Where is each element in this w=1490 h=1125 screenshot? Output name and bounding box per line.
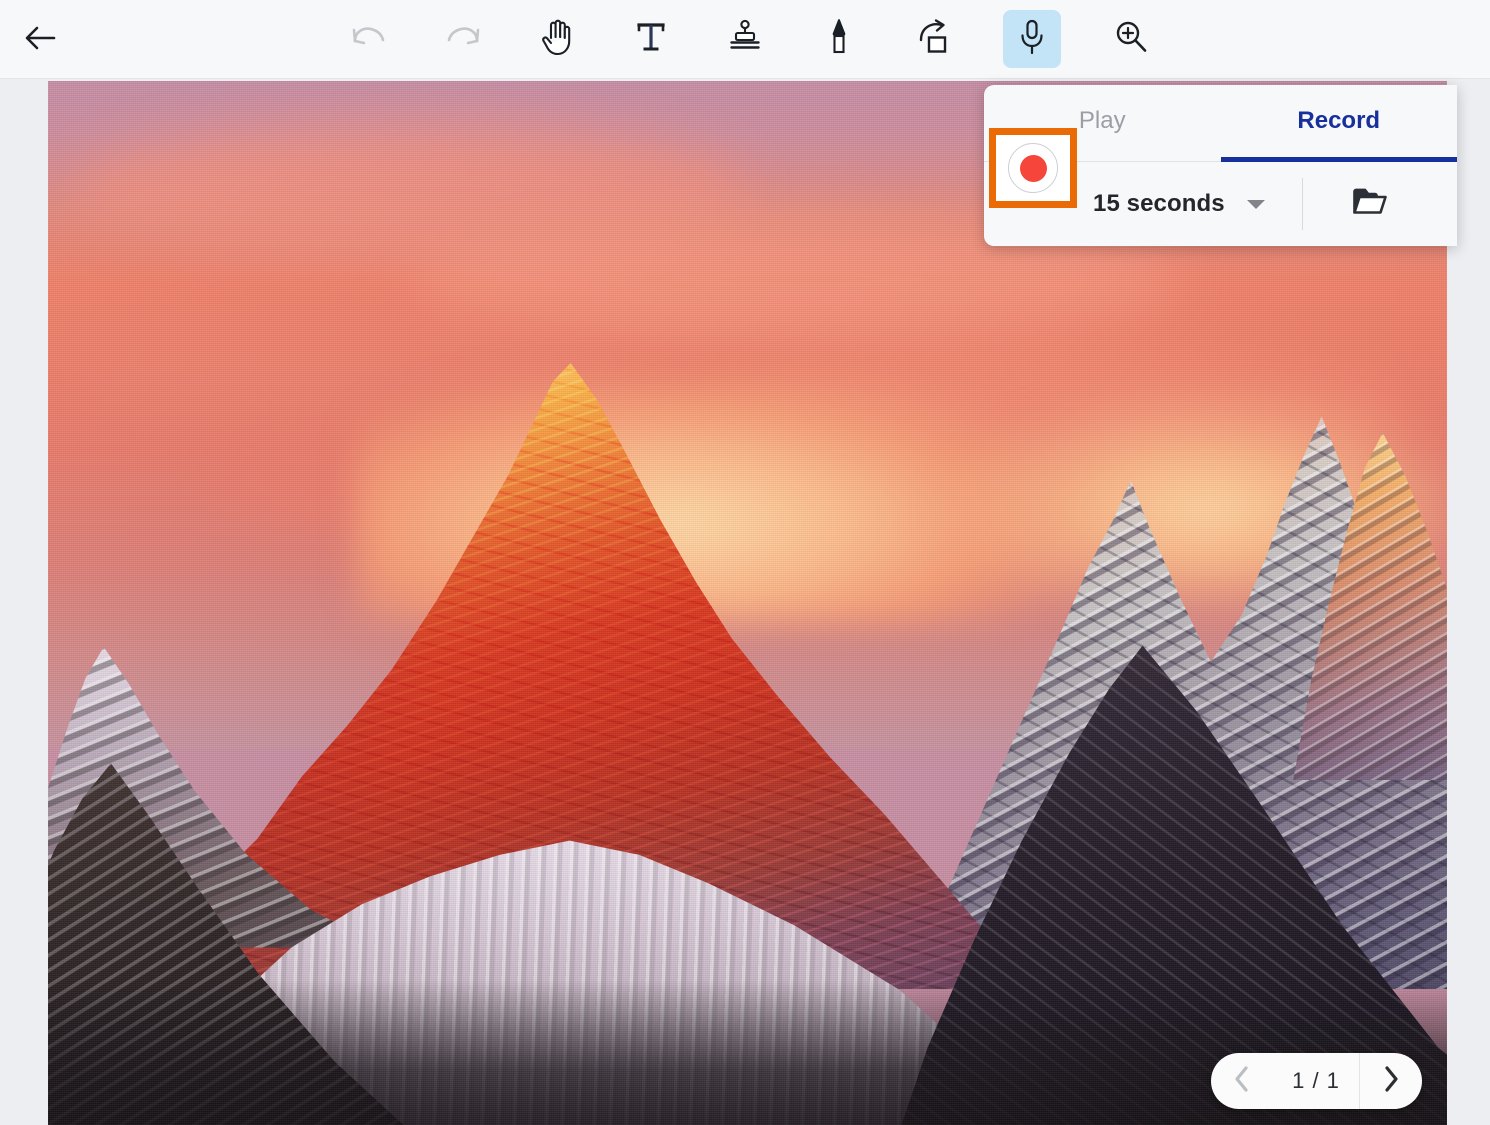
tab-play-label: Play — [1078, 107, 1126, 134]
text-tool-button[interactable] — [627, 9, 675, 69]
top-toolbar — [0, 0, 1490, 79]
page-counter: 1 / 1 — [1273, 1053, 1360, 1109]
zoom-tool-button[interactable] — [1107, 9, 1155, 69]
shape-arrow-icon — [915, 18, 951, 61]
panel-body: 15 seconds — [984, 128, 1457, 246]
audio-record-panel: Play Record 15 seconds — [984, 85, 1457, 246]
shape-tool-button[interactable] — [909, 9, 957, 69]
stamp-icon — [728, 18, 762, 61]
chevron-down-icon — [1246, 199, 1265, 209]
panel-divider — [1302, 178, 1303, 230]
chevron-left-icon — [1231, 1064, 1253, 1099]
duration-dropdown[interactable]: 15 seconds — [1089, 184, 1269, 224]
redo-button[interactable] — [439, 9, 487, 69]
page-navigation: 1 / 1 — [1211, 1053, 1422, 1109]
record-dot-icon — [1019, 154, 1047, 182]
undo-button[interactable] — [345, 9, 393, 69]
highlighter-icon — [825, 18, 853, 61]
record-button[interactable] — [1008, 143, 1058, 193]
app-root: Play Record 15 seconds 1 / 1 — [0, 0, 1490, 1125]
undo-icon — [350, 22, 388, 57]
tab-record[interactable]: Record — [1220, 85, 1458, 162]
folder-icon — [1351, 186, 1389, 223]
zoom-in-icon — [1113, 19, 1149, 60]
previous-page-button[interactable] — [1211, 1053, 1273, 1109]
duration-value: 15 seconds — [1093, 190, 1225, 217]
next-page-button[interactable] — [1360, 1053, 1422, 1109]
microphone-tool-button[interactable] — [1003, 10, 1061, 68]
stamp-tool-button[interactable] — [721, 9, 769, 69]
tool-group — [345, 9, 1155, 69]
hand-tool-button[interactable] — [533, 9, 581, 69]
arrow-left-icon — [22, 23, 58, 58]
hand-icon — [540, 18, 574, 61]
text-icon — [634, 20, 668, 59]
record-button-highlight — [989, 128, 1077, 208]
chevron-right-icon — [1380, 1064, 1402, 1099]
microphone-icon — [1017, 18, 1047, 61]
back-button[interactable] — [14, 15, 66, 65]
highlighter-tool-button[interactable] — [815, 9, 863, 69]
browse-files-button[interactable] — [1344, 178, 1396, 230]
tab-record-label: Record — [1297, 107, 1381, 134]
redo-icon — [444, 22, 482, 57]
